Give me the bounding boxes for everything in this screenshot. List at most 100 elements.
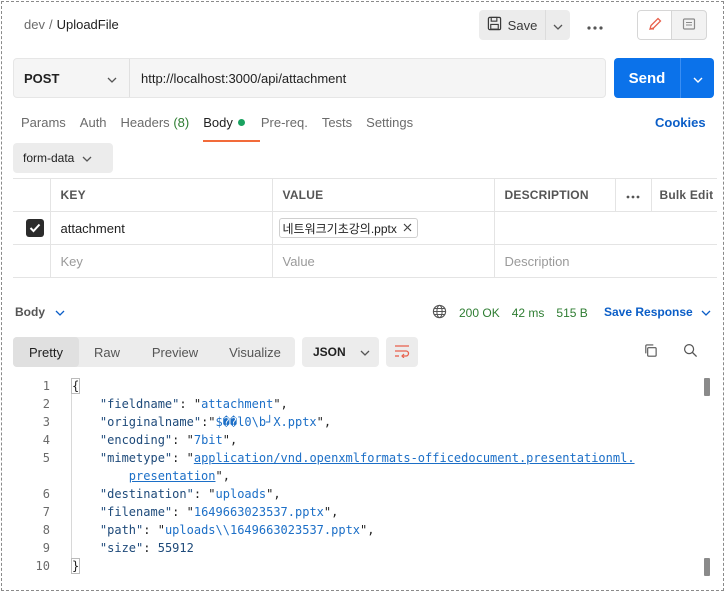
json-value-mimetype-continued[interactable]: presentation — [129, 469, 216, 483]
line-number: 5 — [42, 451, 50, 465]
tab-tests[interactable]: Tests — [322, 115, 352, 139]
breadcrumb-request-name[interactable]: UploadFile — [57, 17, 119, 32]
line-number: 6 — [42, 487, 50, 501]
view-tab-raw[interactable]: Raw — [79, 337, 135, 367]
column-options-button[interactable] — [614, 178, 652, 212]
headers-count: (8) — [173, 115, 190, 130]
code-line: "encoding": "7bit", — [99, 433, 238, 447]
file-chip-name: 네트워크기초강의.pptx — [282, 221, 397, 236]
send-options-button[interactable] — [680, 58, 714, 98]
save-button-label: Save — [507, 17, 538, 33]
file-chip: 네트워크기초강의.pptx — [278, 218, 418, 238]
line-number: 3 — [42, 415, 50, 429]
view-tab-pretty[interactable]: Pretty — [13, 337, 79, 367]
wrap-lines-icon — [394, 344, 410, 361]
request-tabs: Params Auth Headers (8) Body Pre-req. Te… — [21, 115, 427, 142]
code-line: "path": "uploads\\1649663023537.pptx", — [99, 523, 375, 537]
tab-body[interactable]: Body — [203, 115, 260, 142]
json-key: "filename" — [99, 505, 173, 519]
body-type-select[interactable]: form-data — [13, 143, 113, 173]
response-section-label: Body — [15, 305, 45, 319]
json-key: "destination" — [99, 487, 194, 501]
breadcrumb-separator: / — [48, 17, 53, 32]
response-format-value: JSON — [313, 345, 346, 359]
remove-file-button[interactable] — [403, 221, 412, 235]
chevron-down-icon — [82, 151, 92, 165]
row-enabled-checkbox[interactable] — [26, 219, 44, 237]
tab-auth[interactable]: Auth — [80, 115, 107, 139]
tab-params[interactable]: Params — [21, 115, 66, 139]
scrollbar-thumb[interactable] — [704, 558, 710, 576]
edit-mode-button[interactable] — [638, 11, 672, 39]
tab-settings[interactable]: Settings — [366, 115, 413, 139]
ellipsis-icon — [626, 188, 640, 202]
response-format-select[interactable]: JSON — [302, 337, 379, 367]
new-key-input[interactable]: Key — [49, 244, 273, 278]
json-value-size: 55912 — [157, 541, 194, 555]
search-button[interactable] — [680, 342, 700, 362]
documentation-mode-button[interactable] — [672, 11, 706, 39]
json-key: "path" — [99, 523, 144, 537]
method-select[interactable]: POST — [14, 59, 130, 97]
save-button-group: Save — [479, 10, 570, 40]
response-stats: 200 OK 42 ms 515 B — [432, 304, 588, 322]
status-code[interactable]: 200 OK — [459, 306, 500, 320]
document-icon — [682, 17, 696, 34]
more-options-button[interactable] — [585, 15, 605, 35]
json-key: "mimetype" — [99, 451, 173, 465]
scrollbar-thumb[interactable] — [704, 378, 710, 396]
line-number: 9 — [42, 541, 50, 555]
save-button[interactable]: Save — [479, 10, 545, 40]
globe-icon[interactable] — [432, 304, 447, 322]
tab-body-label: Body — [203, 115, 233, 130]
save-options-button[interactable] — [545, 10, 570, 40]
param-description-input[interactable] — [493, 211, 717, 245]
pencil-icon — [648, 17, 662, 34]
json-value-mimetype[interactable]: application/vnd.openxmlformats-officedoc… — [194, 451, 635, 465]
copy-button[interactable] — [640, 342, 660, 362]
column-header-key: KEY — [49, 178, 273, 212]
row-checkbox-cell — [13, 211, 51, 245]
new-value-input[interactable]: Value — [271, 244, 495, 278]
json-value-path: uploads\\1649663023537.pptx — [164, 523, 361, 537]
method-value: POST — [24, 70, 60, 86]
chevron-down-icon — [55, 305, 65, 319]
table-row: attachment 네트워크기초강의.pptx — [13, 211, 717, 245]
body-type-value: form-data — [23, 151, 75, 165]
response-section-select[interactable]: Body — [15, 305, 65, 319]
view-tab-preview[interactable]: Preview — [135, 337, 215, 367]
response-size[interactable]: 515 B — [556, 306, 587, 320]
send-button[interactable]: Send — [614, 58, 680, 98]
code-line: "mimetype": "application/vnd.openxmlform… — [99, 451, 635, 465]
line-number: 8 — [42, 523, 50, 537]
param-value-cell: 네트워크기초강의.pptx — [271, 211, 495, 245]
close-brace: } — [71, 558, 81, 574]
tab-headers[interactable]: Headers (8) — [121, 115, 190, 139]
chevron-down-icon — [360, 345, 370, 359]
json-key: "fieldname" — [99, 397, 180, 411]
code-line: "size": 55912 — [99, 541, 194, 555]
new-description-input[interactable]: Description — [493, 244, 717, 278]
url-input[interactable]: http://localhost:3000/api/attachment — [130, 59, 346, 97]
open-brace: { — [71, 378, 81, 394]
save-response-button[interactable]: Save Response — [604, 305, 711, 319]
response-time[interactable]: 42 ms — [512, 306, 545, 320]
tab-pre-request[interactable]: Pre-req. — [261, 115, 308, 139]
param-key-input[interactable]: attachment — [49, 211, 273, 245]
form-data-table: KEY VALUE DESCRIPTION Bulk Edit attachme… — [13, 178, 717, 278]
cookies-link[interactable]: Cookies — [655, 115, 706, 130]
code-line: "originalname":"$��l0\b┘X.pptx", — [99, 415, 332, 429]
code-line: "filename": "1649663023537.pptx", — [99, 505, 339, 519]
json-value-destination: uploads — [215, 487, 267, 501]
view-tab-visualize[interactable]: Visualize — [215, 337, 295, 367]
line-number: 10 — [35, 559, 50, 573]
line-number: 7 — [42, 505, 50, 519]
json-value-fieldname: attachment — [201, 397, 274, 411]
save-response-label: Save Response — [604, 305, 693, 319]
bulk-edit-button[interactable]: Bulk Edit — [650, 178, 717, 212]
json-key: "size" — [99, 541, 144, 555]
wrap-lines-button[interactable] — [386, 337, 418, 367]
breadcrumb-workspace[interactable]: dev — [24, 17, 45, 32]
chevron-down-icon — [693, 71, 703, 86]
line-number: 4 — [42, 433, 50, 447]
